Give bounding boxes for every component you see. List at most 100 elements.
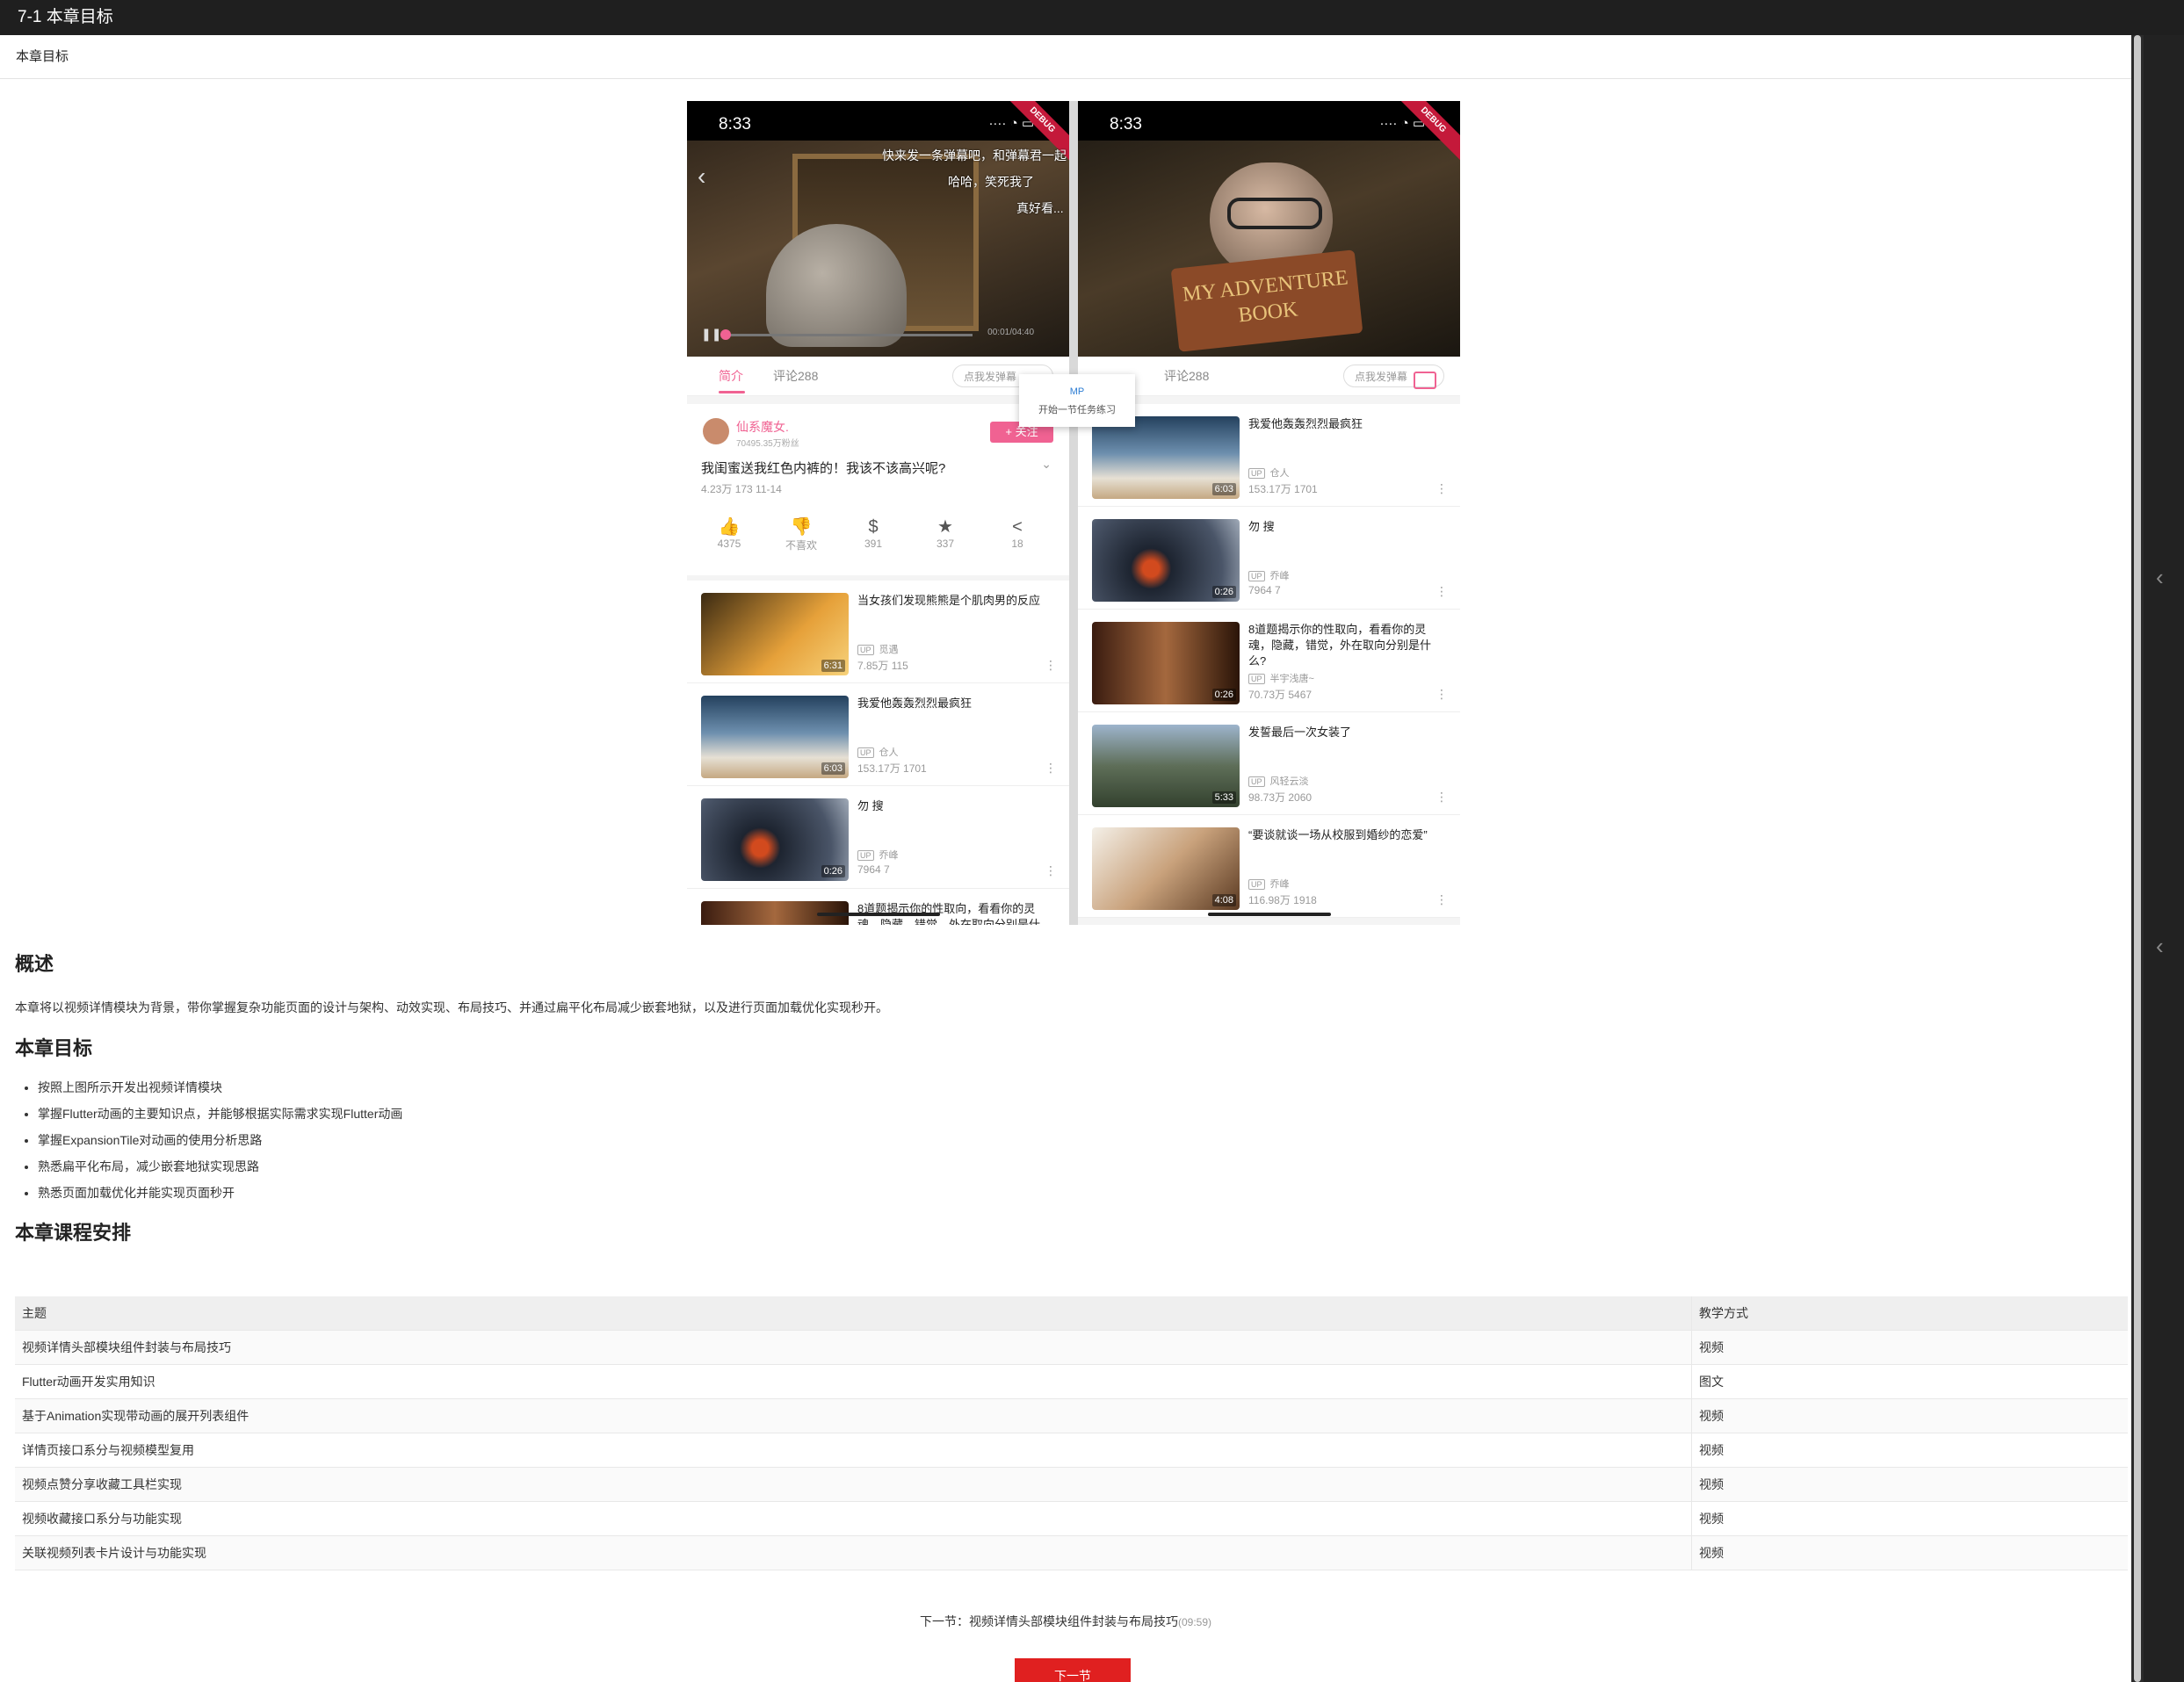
item-uploader: 乔峰 xyxy=(1269,571,1290,581)
pause-icon[interactable]: ❚❚ xyxy=(701,327,721,342)
more-icon[interactable]: ⋮ xyxy=(1436,687,1448,702)
next-lesson-link[interactable]: 下一节：视频详情头部模块组件封装与布局技巧 xyxy=(920,1614,1178,1628)
table-row: 视频点赞分享收藏工具栏实现 视频 xyxy=(15,1467,2128,1502)
detail-tabs: 评论288 点我发弹幕 xyxy=(1078,357,1460,396)
list-item: 熟悉扁平化布局，减少嵌套地狱实现思路 xyxy=(38,1153,402,1180)
phone-left: 8:33 ···· ◔ ▭ DEBUG ‹ 快来发一条弹幕吧，和弹幕君一起 哈哈… xyxy=(687,101,1069,925)
list-item[interactable]: 0:26 8道题揭示你的性取向，看看你的灵魂，隐藏，错觉，外在取向分别是什么? … xyxy=(1078,610,1460,712)
list-item[interactable]: 6:03 我爱他轰轰烈烈最疯狂 UP 仓人 153.17万 1701 ⋮ xyxy=(1078,404,1460,507)
task-practice-popup[interactable]: MP 开始一节任务练习 xyxy=(1019,374,1135,427)
progress-bar[interactable] xyxy=(720,329,973,340)
item-uploader: 半宇浅唐~ xyxy=(1269,674,1314,684)
danmaku-text: 快来发一条弹幕吧，和弹幕君一起 xyxy=(882,148,1067,162)
more-icon[interactable]: ⋮ xyxy=(1436,892,1448,907)
collapse-arrow-icon[interactable]: ‹ xyxy=(2156,935,2175,957)
more-icon[interactable]: ⋮ xyxy=(1045,658,1057,673)
tab-comments[interactable]: 评论288 xyxy=(1164,367,1209,385)
video-info: 仙系魔女. 70495.35万粉丝 + 关注 我闺蜜送我红色内裤的！我该不该高兴… xyxy=(687,404,1069,575)
video-meta: 4.23万 173 11-14 xyxy=(701,483,782,495)
list-item: 熟悉页面加载优化并能实现页面秒开 xyxy=(38,1180,402,1206)
avatar[interactable] xyxy=(703,418,729,444)
back-icon[interactable]: ‹ xyxy=(698,162,705,191)
dislike-icon: 👎 xyxy=(790,517,813,537)
progress-handle[interactable] xyxy=(720,329,731,340)
like-button[interactable]: 👍 4375 xyxy=(703,516,756,550)
list-item[interactable]: 6:03 我爱他轰轰烈烈最疯狂 UP 仓人 153.17万 1701 ⋮ xyxy=(687,683,1069,786)
tab-intro[interactable]: 简介 xyxy=(719,367,743,385)
video-player[interactable]: 8:33 ···· ◔ ▭ DEBUG ‹ 快来发一条弹幕吧，和弹幕君一起 哈哈… xyxy=(687,101,1069,357)
scrollbar-thumb[interactable] xyxy=(2134,35,2141,1682)
more-icon[interactable]: ⋮ xyxy=(1436,481,1448,496)
detail-tabs: 简介 评论288 点我发弹幕 xyxy=(687,357,1069,396)
window-title-bar: 7-1 本章目标 xyxy=(0,0,2184,35)
status-time: 8:33 xyxy=(719,115,751,134)
app-mockup-image: 8:33 ···· ◔ ▭ DEBUG ‹ 快来发一条弹幕吧，和弹幕君一起 哈哈… xyxy=(687,101,1460,925)
coin-icon: $ xyxy=(868,517,879,537)
share-button[interactable]: <18 xyxy=(991,516,1044,550)
table-row: 关联视频列表卡片设计与功能实现 视频 xyxy=(15,1535,2128,1570)
up-badge: UP xyxy=(857,850,874,861)
danmaku-input-button[interactable]: 点我发弹幕 xyxy=(1343,365,1444,389)
item-uploader: 风轻云淡 xyxy=(1269,776,1309,787)
video-thumbnail: 6:03 xyxy=(1092,416,1240,499)
scrollbar[interactable] xyxy=(2131,35,2144,1682)
video-thumbnail: 6:31 xyxy=(701,593,849,675)
item-uploader: 乔峰 xyxy=(879,850,899,861)
phone-right: MY ADVENTURE BOOK 8:33 ···· ◔ ▭ DEBUG 评论… xyxy=(1078,101,1460,925)
list-item: 掌握Flutter动画的主要知识点，并能够根据实际需求实现Flutter动画 xyxy=(38,1101,402,1127)
list-item[interactable]: 0:26 勿 搜 UP 乔峰 7964 7 ⋮ xyxy=(1078,507,1460,610)
chevron-down-icon[interactable]: ⌄ xyxy=(1041,457,1052,472)
table-row: 基于Animation实现带动画的展开列表组件 视频 xyxy=(15,1398,2128,1433)
tab-comments[interactable]: 评论288 xyxy=(773,367,818,385)
list-item[interactable]: 0:26 勿 搜 UP 乔峰 7964 7 ⋮ xyxy=(687,786,1069,889)
video-thumbnail: 0:26 xyxy=(1092,519,1240,602)
danmaku-toggle-icon[interactable] xyxy=(1414,372,1436,389)
schedule-table: 主题 教学方式 视频详情头部模块组件封装与布局技巧 视频 Flutter动画开发实… xyxy=(15,1296,2128,1570)
list-item[interactable]: 6:31 当女孩们发现熊熊是个肌肉男的反应 UP 觅遇 7.85万 115 ⋮ xyxy=(687,581,1069,683)
list-item[interactable]: 8道题揭示你的性取向，看看你的灵魂，隐藏，错觉，外在取向分别是什么? xyxy=(687,889,1069,925)
item-stats: 153.17万 1701 xyxy=(857,762,927,775)
window-title: 7-1 本章目标 xyxy=(18,8,113,26)
up-badge: UP xyxy=(1248,879,1265,890)
like-icon: 👍 xyxy=(718,517,741,537)
dislike-button[interactable]: 👎 不喜欢 xyxy=(775,516,828,552)
table-row: Flutter动画开发实用知识 图文 xyxy=(15,1364,2128,1399)
item-stats: 70.73万 5467 xyxy=(1248,689,1313,701)
schedule-heading: 本章课程安排 xyxy=(15,1222,132,1244)
item-stats: 7.85万 115 xyxy=(857,660,908,672)
favorite-button[interactable]: ★ 337 xyxy=(919,516,972,550)
table-row: 视频收藏接口系分与功能实现 视频 xyxy=(15,1501,2128,1536)
overview-heading: 概述 xyxy=(15,953,54,975)
item-title: 8道题揭示你的性取向，看看你的灵魂，隐藏，错觉，外在取向分别是什么? xyxy=(1248,623,1432,668)
up-badge: UP xyxy=(1248,468,1265,479)
author-fans: 70495.35万粉丝 xyxy=(736,439,799,449)
main-content: 本章目标 8:33 ···· ◔ ▭ DEBUG ‹ 快来发一条弹幕吧，和弹幕君… xyxy=(0,35,2131,1682)
item-title: 勿 搜 xyxy=(1248,520,1275,533)
more-icon[interactable]: ⋮ xyxy=(1436,584,1448,599)
video-title: 我闺蜜送我红色内裤的！我该不该高兴呢? xyxy=(701,461,946,476)
overview-text: 本章将以视频详情模块为背景，带你掌握复杂功能页面的设计与架构、动效实现、布局技巧… xyxy=(15,1000,888,1014)
next-lesson-info: 下一节：视频详情头部模块组件封装与布局技巧(09:59) xyxy=(0,1613,2131,1630)
video-player[interactable]: MY ADVENTURE BOOK 8:33 ···· ◔ ▭ DEBUG xyxy=(1078,101,1460,357)
next-lesson-button[interactable]: 下一节 xyxy=(1015,1658,1131,1682)
list-item: 按照上图所示开发出视频详情模块 xyxy=(38,1074,402,1101)
up-badge: UP xyxy=(1248,674,1265,684)
table-header-cell: 主题 xyxy=(15,1296,1692,1331)
up-badge: UP xyxy=(1248,776,1265,787)
adventure-book: MY ADVENTURE BOOK xyxy=(1170,249,1363,352)
home-indicator xyxy=(817,913,940,916)
more-icon[interactable]: ⋮ xyxy=(1045,761,1057,776)
more-icon[interactable]: ⋮ xyxy=(1436,790,1448,805)
item-stats: 98.73万 2060 xyxy=(1248,791,1313,804)
breadcrumb: 本章目标 xyxy=(0,35,2131,79)
author-name[interactable]: 仙系魔女. xyxy=(736,418,789,436)
next-lesson-duration: (09:59) xyxy=(1177,1616,1212,1628)
list-item[interactable]: 4:08 “要谈就谈一场从校服到婚纱的恋爱” UP 乔峰 116.98万 1918… xyxy=(1078,815,1460,918)
table-row: 详情页接口系分与视频模型复用 视频 xyxy=(15,1433,2128,1468)
item-uploader: 乔峰 xyxy=(1269,879,1290,890)
list-item[interactable]: 5:33 发誓最后一次女装了 UP 风轻云淡 98.73万 2060 ⋮ xyxy=(1078,712,1460,815)
right-side-panel: ‹ ‹ xyxy=(2144,35,2184,1682)
more-icon[interactable]: ⋮ xyxy=(1045,863,1057,878)
collapse-arrow-icon[interactable]: ‹ xyxy=(2156,566,2175,588)
coin-button[interactable]: $391 xyxy=(847,516,900,550)
